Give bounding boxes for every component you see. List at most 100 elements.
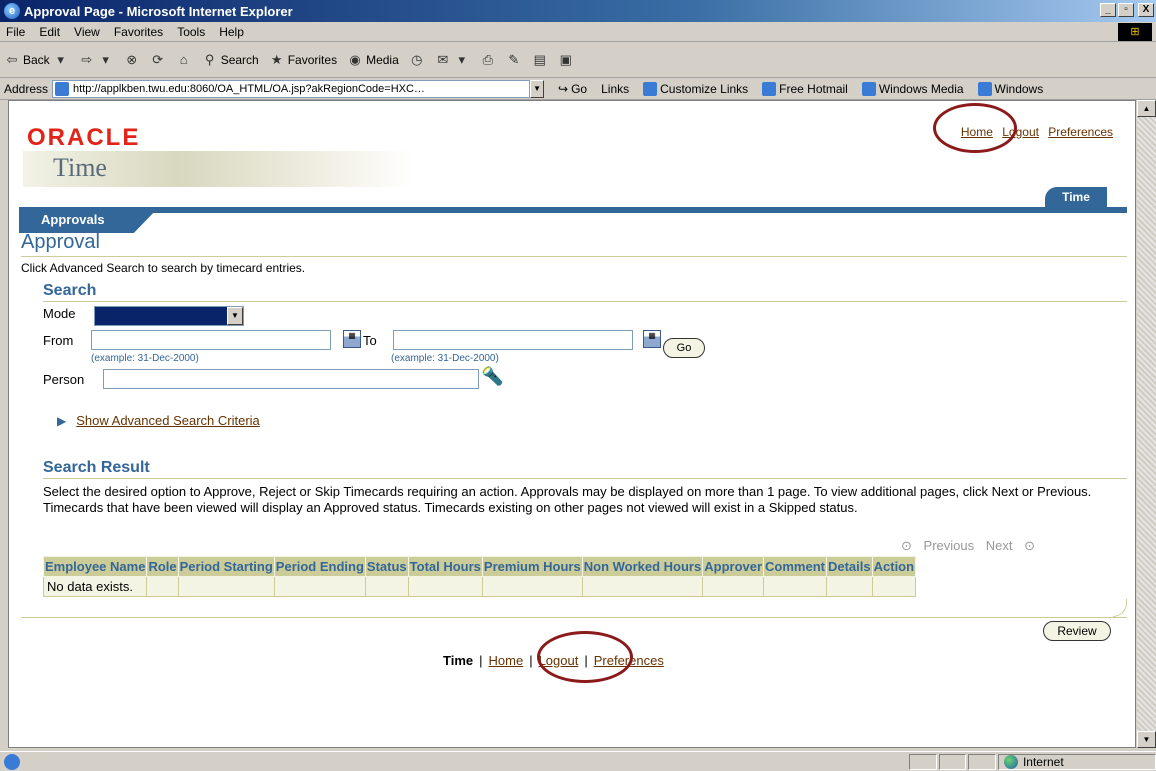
close-button[interactable]: X — [1138, 3, 1154, 17]
refresh-icon: ⟳ — [152, 51, 164, 67]
advanced-search-link[interactable]: Show Advanced Search Criteria — [76, 413, 260, 428]
favorites-button[interactable]: ★ Favorites — [269, 52, 337, 68]
col-period-ending[interactable]: Period Ending — [273, 556, 366, 577]
chevron-down-icon: ▼ — [227, 307, 243, 325]
go-button[interactable]: ↪ Go — [558, 82, 587, 96]
empty-message: No data exists. — [42, 576, 148, 597]
address-input[interactable]: http://applkben.twu.edu:8060/OA_HTML/OA.… — [52, 79, 531, 98]
edit-button[interactable]: ✎ — [506, 52, 522, 68]
dropdown-icon: ▾ — [57, 51, 64, 67]
address-label: Address — [4, 81, 49, 96]
global-preferences-link[interactable]: Preferences — [1048, 125, 1113, 139]
previous-icon: ⊙ — [901, 538, 912, 553]
messenger-button[interactable]: ▣ — [558, 52, 574, 68]
mode-select[interactable]: ▼ — [94, 306, 244, 326]
menu-view[interactable]: View — [74, 25, 100, 39]
from-date-input[interactable] — [91, 330, 331, 350]
go-search-button[interactable]: Go — [663, 338, 705, 358]
refresh-button[interactable]: ⟳ — [150, 52, 166, 68]
home-icon: ⌂ — [179, 51, 188, 67]
link-windows-media[interactable]: Windows Media — [861, 81, 964, 96]
menu-tools[interactable]: Tools — [177, 25, 205, 39]
to-calendar-icon[interactable]: ▦ — [643, 330, 661, 348]
page-icon — [977, 81, 992, 96]
search-icon: ⚲ — [204, 51, 215, 67]
maximize-button[interactable]: ▫ — [1118, 3, 1134, 17]
discuss-icon: ▤ — [533, 51, 546, 67]
discuss-button[interactable]: ▤ — [532, 52, 548, 68]
link-customize-links[interactable]: Customize Links — [643, 81, 748, 96]
previous-link[interactable]: Previous — [924, 538, 975, 553]
subtab-approvals[interactable]: Approvals — [19, 207, 159, 233]
menu-help[interactable]: Help — [219, 25, 244, 39]
home-button[interactable]: ⌂ — [176, 52, 192, 68]
tab-time[interactable]: Time — [1045, 187, 1107, 207]
menu-edit[interactable]: Edit — [39, 25, 60, 39]
mail-icon: ✉ — [437, 51, 449, 67]
tab-band — [19, 207, 1127, 213]
address-bar: Address http://applkben.twu.edu:8060/OA_… — [0, 78, 1156, 100]
col-period-starting[interactable]: Period Starting — [177, 556, 275, 577]
title-divider — [21, 256, 1127, 257]
ie-icon: e — [4, 3, 20, 19]
table-row: No data exists. — [42, 576, 917, 597]
review-button[interactable]: Review — [1043, 621, 1111, 641]
windows-logo-icon: ⊞ — [1118, 23, 1152, 41]
edit-icon: ✎ — [508, 51, 520, 67]
search-heading: Search — [43, 282, 97, 299]
forward-button[interactable]: ⇨ ▾ — [79, 52, 114, 68]
product-name: Time — [53, 153, 107, 182]
back-button[interactable]: ⇦ Back ▾ — [4, 52, 69, 68]
from-calendar-icon[interactable]: ▦ — [343, 330, 361, 348]
page-icon — [643, 81, 658, 96]
link-windows[interactable]: Windows — [977, 81, 1043, 96]
forward-arrow-icon: ⇨ — [81, 51, 93, 67]
col-status[interactable]: Status — [364, 556, 409, 577]
link-free-hotmail[interactable]: Free Hotmail — [762, 81, 848, 96]
status-bar: Internet — [0, 751, 1156, 771]
col-details[interactable]: Details — [825, 556, 873, 577]
col-premium-hours[interactable]: Premium Hours — [481, 556, 583, 577]
pagination: ⊙ Previous Next ⊙ — [893, 538, 1035, 554]
window-title: Approval Page - Microsoft Internet Explo… — [24, 3, 293, 19]
col-comment[interactable]: Comment — [763, 556, 827, 577]
search-button[interactable]: ⚲ Search — [202, 52, 259, 68]
favorites-icon: ★ — [270, 51, 283, 67]
col-role[interactable]: Role — [146, 556, 179, 577]
col-employee-name[interactable]: Employee Name — [42, 556, 148, 577]
mail-button[interactable]: ✉ ▾ — [435, 52, 470, 68]
vertical-scrollbar[interactable]: ▲ ▼ — [1137, 100, 1156, 748]
show-advanced-search[interactable]: ▶ Show Advanced Search Criteria — [57, 413, 260, 428]
person-label: Person — [43, 372, 85, 387]
mode-label: Mode — [43, 306, 76, 321]
zone-label: Internet — [1022, 754, 1064, 769]
flashlight-search-icon[interactable]: 🔦 — [481, 366, 503, 387]
menu-favorites[interactable]: Favorites — [114, 25, 163, 39]
stop-button[interactable]: ⊗ — [124, 52, 140, 68]
col-non-worked-hours[interactable]: Non Worked Hours — [581, 556, 704, 577]
person-input[interactable] — [103, 369, 479, 389]
print-button[interactable]: ⎙ — [480, 52, 496, 68]
to-label: To — [363, 333, 377, 348]
col-action[interactable]: Action — [871, 556, 917, 577]
menu-file[interactable]: File — [6, 25, 25, 39]
product-banner: Time — [23, 151, 413, 187]
window-controls: _ ▫ X — [1100, 3, 1154, 17]
col-total-hours[interactable]: Total Hours — [407, 556, 483, 577]
minimize-button[interactable]: _ — [1100, 3, 1116, 17]
browser-toolbar: ⇦ Back ▾ ⇨ ▾ ⊗ ⟳ ⌂ ⚲ Search ★ Favorites ◉ Medi… — [0, 42, 1156, 78]
address-dropdown-button[interactable]: ▼ — [530, 79, 545, 98]
scroll-up-button[interactable]: ▲ — [1137, 100, 1156, 117]
history-button[interactable]: ◷ — [409, 52, 425, 68]
col-approver[interactable]: Approver — [702, 556, 765, 577]
result-divider — [43, 478, 1127, 479]
scroll-down-button[interactable]: ▼ — [1137, 731, 1156, 748]
search-result-heading: Search Result — [43, 459, 150, 476]
next-link[interactable]: Next — [986, 538, 1013, 553]
to-date-input[interactable] — [393, 330, 633, 350]
page-title: Approval — [21, 231, 100, 253]
media-button[interactable]: ◉ Media — [347, 52, 398, 68]
bottom-divider — [21, 617, 1127, 618]
footer-home-link[interactable]: Home — [489, 653, 524, 668]
dropdown-icon: ▾ — [102, 51, 109, 67]
